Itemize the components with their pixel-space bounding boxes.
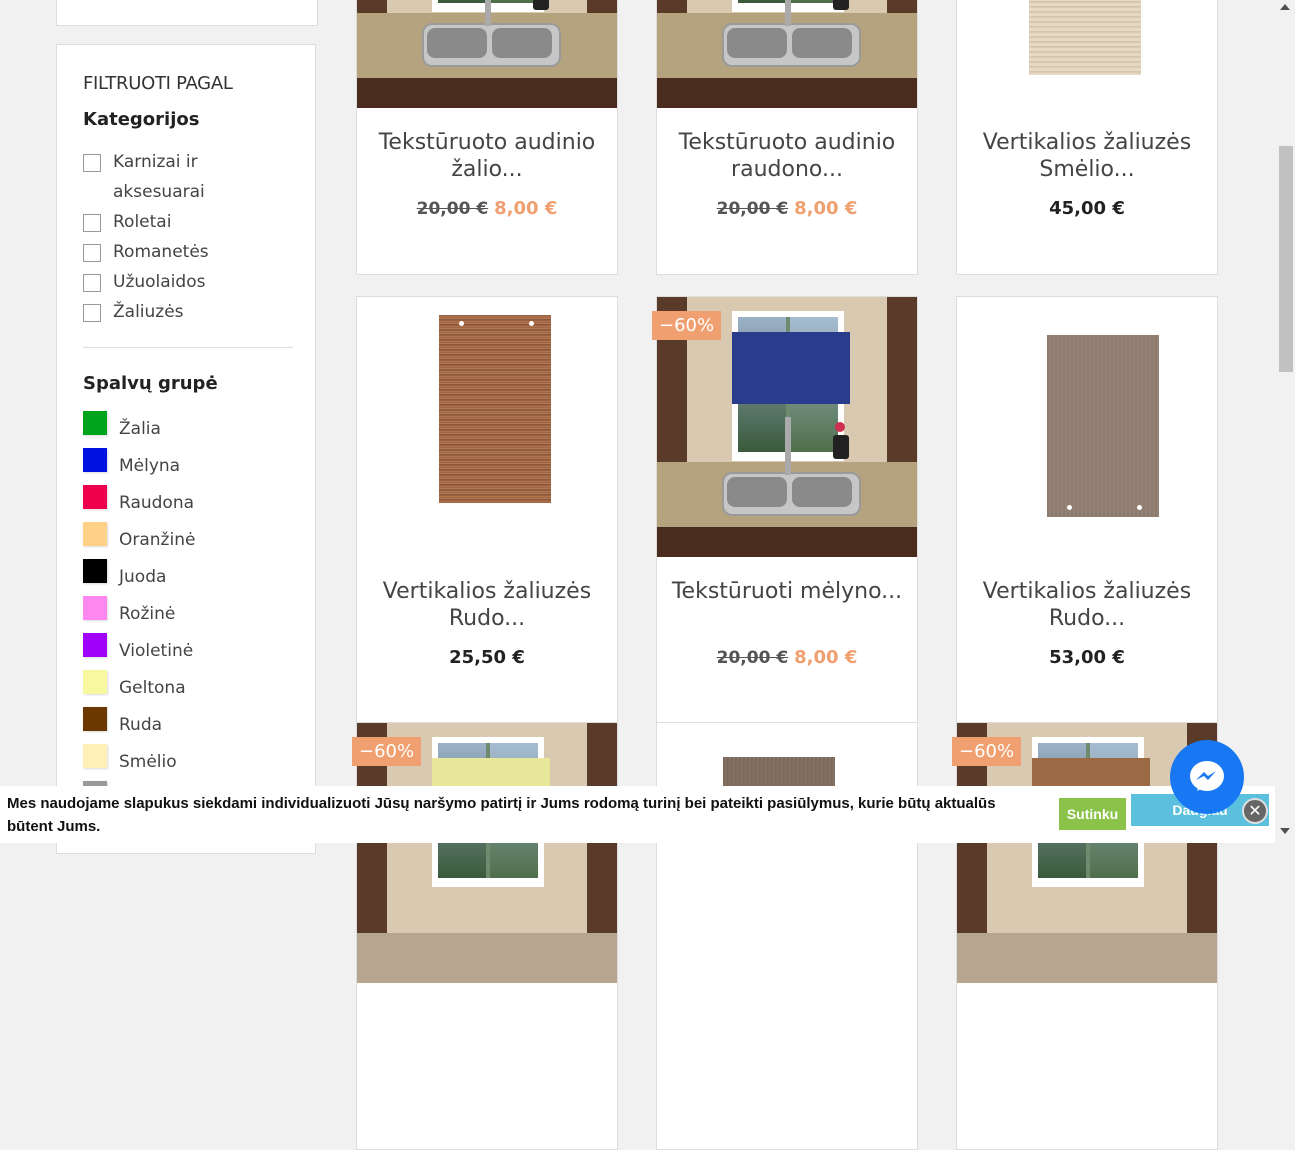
category-uzuolaidos[interactable]: Užuolaidos [83,272,223,297]
color-geltona[interactable]: Geltona [83,670,186,698]
product-card[interactable]: Tekstūruoto audinio žalio... 20,00 €8,00… [356,0,618,275]
color-label: Smėlio [119,752,177,772]
scroll-up-icon[interactable] [1280,4,1290,10]
discount-badge: −60% [352,737,422,766]
filter-sidebar: FILTRUOTI PAGAL Kategorijos Karnizai ir … [56,44,316,854]
product-card[interactable]: Tekstūruoto audinio raudono... 20,00 €8,… [656,0,918,275]
product-title[interactable]: Tekstūruoto audinio žalio... [367,129,607,183]
product-price: 20,00 €8,00 € [657,198,917,219]
color-swatch[interactable] [83,596,107,620]
scroll-down-icon[interactable] [1280,828,1290,834]
checkbox[interactable] [83,244,101,262]
color-swatch[interactable] [83,448,107,472]
color-swatch[interactable] [83,670,107,694]
color-juoda[interactable]: Juoda [83,559,166,587]
product-card[interactable]: Vertikalios žaliuzės Rudo... 25,50 € [356,296,618,724]
product-price: 53,00 € [957,647,1217,668]
category-karnizai[interactable]: Karnizai ir aksesuarai [83,152,223,207]
sale-price: 8,00 € [794,647,858,668]
product-image[interactable] [957,297,1217,557]
color-label: Raudona [119,493,195,513]
color-label: Geltona [119,678,186,698]
sale-price: 8,00 € [494,198,558,219]
category-zaliuzes[interactable]: Žaliuzės [83,302,223,327]
product-title[interactable]: Tekstūruoto audinio raudono... [667,129,907,183]
checkbox[interactable] [83,214,101,232]
filter-title: FILTRUOTI PAGAL [83,73,233,94]
product-price: 20,00 €8,00 € [657,647,917,668]
old-price: 20,00 € [716,199,789,219]
regular-price: 45,00 € [1049,198,1125,219]
color-label: Oranžinė [119,530,196,550]
product-card[interactable]: Vertikalios žaliuzės Rudo... 53,00 € [956,296,1218,724]
color-smelio[interactable]: Smėlio [83,744,177,772]
scroll-thumb[interactable] [1279,146,1293,372]
product-image[interactable] [957,0,1217,108]
product-image[interactable] [357,297,617,557]
color-group-title: Spalvų grupė [83,373,218,394]
color-swatch[interactable] [83,559,107,583]
color-swatch[interactable] [83,485,107,509]
color-label: Žalia [119,419,161,439]
checkbox[interactable] [83,154,101,172]
messenger-icon [1190,761,1224,791]
product-title[interactable]: Vertikalios žaliuzės Rudo... [367,578,607,632]
color-rozine[interactable]: Rožinė [83,596,175,624]
close-icon[interactable]: ✕ [1242,798,1268,824]
category-label: Karnizai ir aksesuarai [113,152,205,202]
product-card[interactable]: Vertikalios žaliuzės Smėlio... 45,00 € [956,0,1218,275]
color-oranzine[interactable]: Oranžinė [83,522,195,550]
regular-price: 25,50 € [449,647,525,668]
color-swatch[interactable] [83,744,107,768]
accept-cookies-button[interactable]: Sutinku [1059,798,1126,830]
product-price: 45,00 € [957,198,1217,219]
product-title[interactable]: Tekstūruoti mėlyno... [667,578,907,605]
color-swatch[interactable] [83,411,107,435]
color-swatch[interactable] [83,707,107,731]
checkbox[interactable] [83,304,101,322]
category-label: Užuolaidos [113,272,206,292]
old-price: 20,00 € [716,648,789,668]
color-label: Ruda [119,715,163,735]
color-ruda[interactable]: Ruda [83,707,162,735]
color-label: Mėlyna [119,456,181,476]
sale-price: 8,00 € [794,198,858,219]
scrollbar[interactable] [1275,0,1295,843]
sidebar-top-panel [56,0,318,26]
product-image[interactable] [657,723,917,983]
color-label: Juoda [119,567,167,587]
category-label: Žaliuzės [113,302,184,322]
product-title[interactable]: Vertikalios žaliuzės Rudo... [967,578,1207,632]
divider [83,347,293,348]
category-romanetes[interactable]: Romanetės [83,242,223,267]
color-label: Rožinė [119,604,176,624]
color-violetine[interactable]: Violetinė [83,633,193,661]
regular-price: 53,00 € [1049,647,1125,668]
category-roletai[interactable]: Roletai [83,212,223,237]
product-image[interactable] [357,0,617,108]
product-title[interactable]: Vertikalios žaliuzės Smėlio... [967,129,1207,183]
color-swatch[interactable] [83,633,107,657]
category-label: Romanetės [113,242,209,262]
categories-title: Kategorijos [83,109,200,130]
messenger-chat-icon[interactable] [1170,740,1244,814]
color-zalia[interactable]: Žalia [83,411,161,439]
old-price: 20,00 € [416,199,489,219]
cookie-text: Mes naudojame slapukus siekdami individu… [7,795,996,835]
category-label: Roletai [113,212,172,232]
cookie-banner: Mes naudojame slapukus siekdami individu… [0,786,1275,843]
color-swatch[interactable] [83,522,107,546]
product-price: 20,00 €8,00 € [357,198,617,219]
discount-badge: −60% [952,737,1022,766]
product-image[interactable] [657,0,917,108]
color-raudona[interactable]: Raudona [83,485,194,513]
product-card[interactable]: −60% Tekstūruoti mėlyno... 20,00 €8,00 € [652,296,918,724]
product-price: 25,50 € [357,647,617,668]
color-melyna[interactable]: Mėlyna [83,448,180,476]
discount-badge: −60% [652,311,722,340]
checkbox[interactable] [83,274,101,292]
color-label: Violetinė [119,641,194,661]
